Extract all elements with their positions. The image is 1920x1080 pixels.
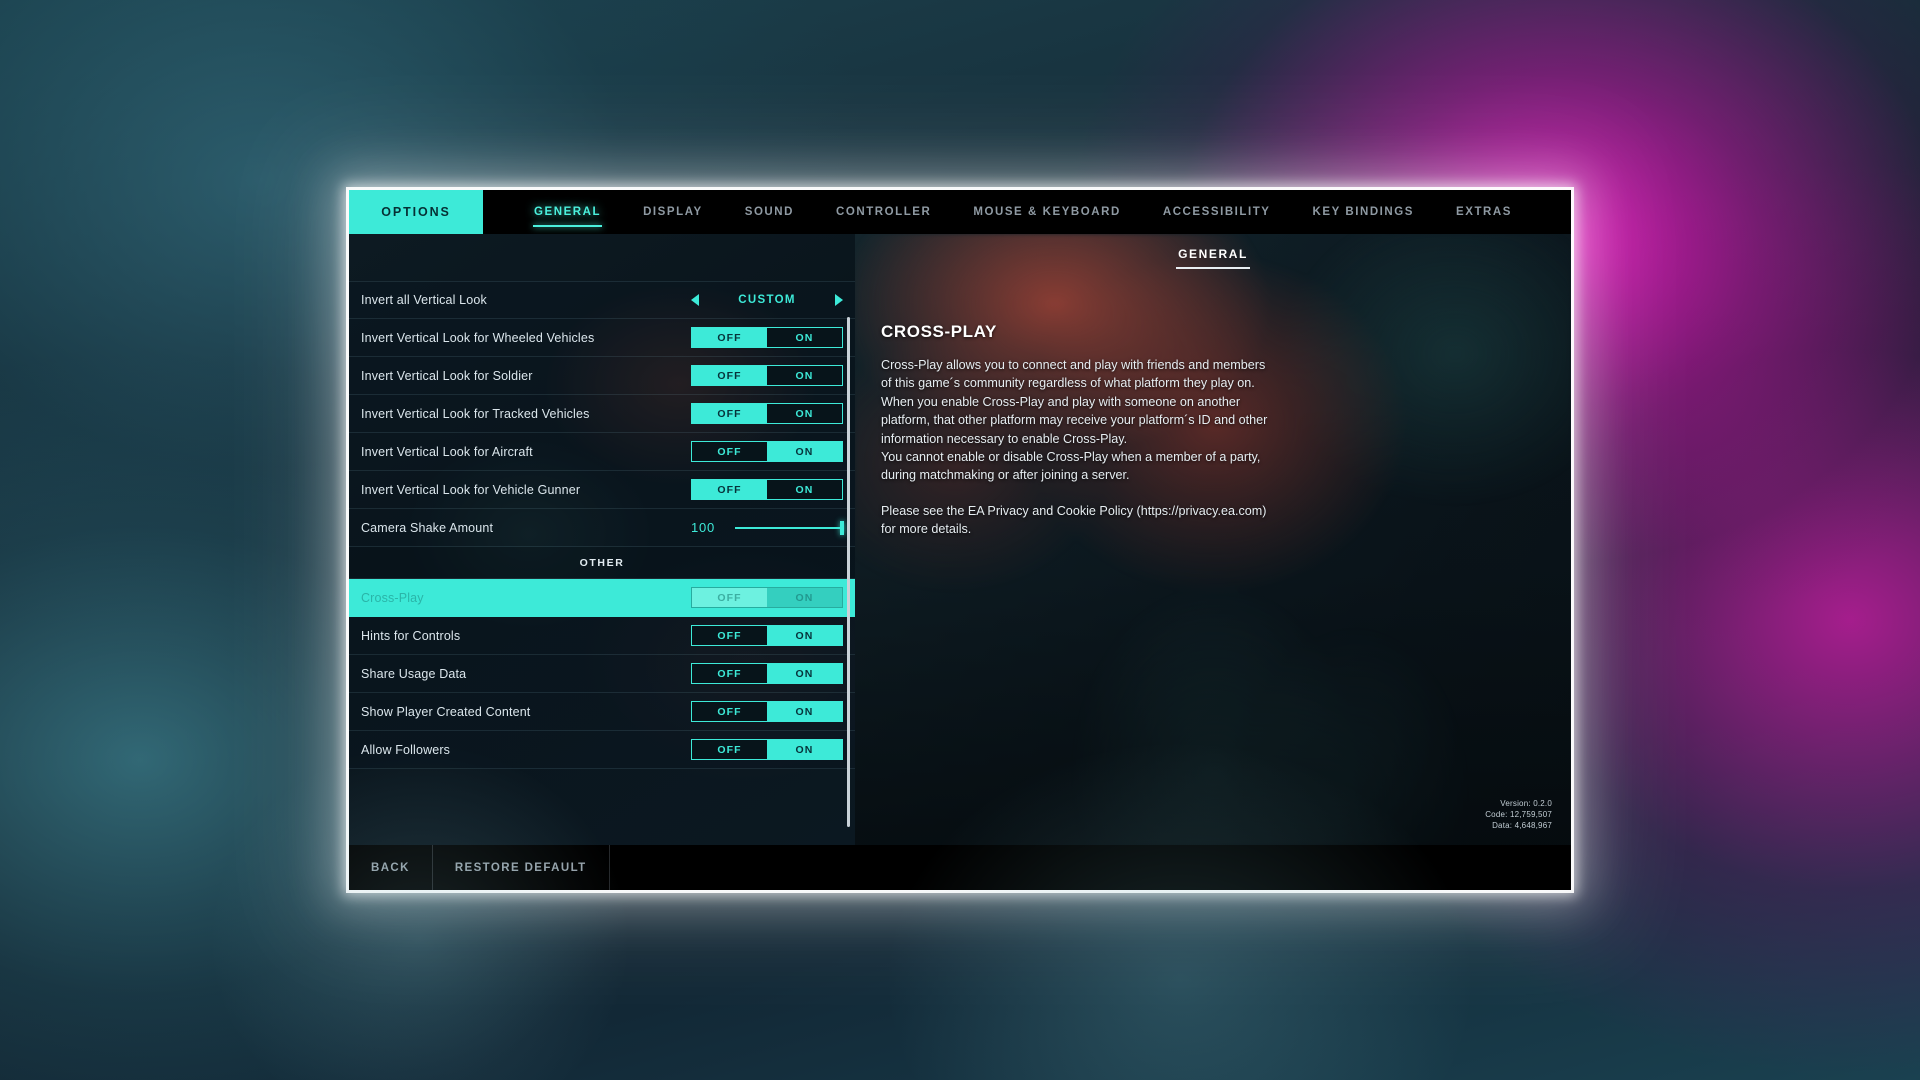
- setting-row-invert-all-vertical-look[interactable]: Invert all Vertical Look CUSTOM: [349, 281, 855, 319]
- toggle-option-on[interactable]: ON: [767, 588, 842, 607]
- setting-row-allow-followers[interactable]: Allow Followers OFF ON: [349, 731, 855, 769]
- category-tab-list: GENERAL DISPLAY SOUND CONTROLLER MOUSE & KEY…: [483, 190, 1571, 234]
- setting-label: Invert all Vertical Look: [361, 293, 487, 307]
- window-body: Invert all Vertical Look CUSTOM Invert Ver…: [349, 234, 1571, 845]
- setting-row-share-usage-data[interactable]: Share Usage Data OFF ON: [349, 655, 855, 693]
- toggle-invert-vertical-look-for-wheeled-vehicles[interactable]: OFF ON: [691, 327, 843, 348]
- toggle-option-on[interactable]: ON: [767, 664, 842, 683]
- tab-accessibility[interactable]: ACCESSIBILITY: [1142, 190, 1292, 234]
- spinner-invert-all-vertical-look[interactable]: CUSTOM: [691, 294, 843, 306]
- setting-label: Invert Vertical Look for Aircraft: [361, 444, 533, 459]
- slider-track[interactable]: [735, 520, 844, 535]
- tab-controller[interactable]: CONTROLLER: [815, 190, 952, 234]
- setting-label: Cross-Play: [361, 590, 424, 605]
- toggle-option-off[interactable]: OFF: [692, 366, 767, 385]
- toggle-option-off[interactable]: OFF: [692, 442, 767, 461]
- chevron-left-icon[interactable]: [691, 294, 699, 306]
- toggle-invert-vertical-look-for-tracked-vehicles[interactable]: OFF ON: [691, 403, 843, 424]
- toggle-option-on[interactable]: ON: [767, 702, 842, 721]
- toggle-invert-vertical-look-for-vehicle-gunner[interactable]: OFF ON: [691, 479, 843, 500]
- setting-label: Invert Vertical Look for Wheeled Vehicle…: [361, 330, 595, 345]
- description-body: Cross-Play allows you to connect and pla…: [881, 356, 1275, 539]
- setting-label: Allow Followers: [361, 742, 451, 757]
- toggle-option-on[interactable]: ON: [767, 328, 842, 347]
- slider-camera-shake-amount[interactable]: 100: [691, 520, 844, 535]
- slider-value: 100: [691, 520, 716, 535]
- tab-sound[interactable]: SOUND: [724, 190, 815, 234]
- button-back[interactable]: BACK: [349, 845, 433, 890]
- toggle-option-off[interactable]: OFF: [692, 626, 767, 645]
- toggle-option-off[interactable]: OFF: [692, 740, 767, 759]
- toggle-option-on[interactable]: ON: [767, 404, 842, 423]
- spinner-value: CUSTOM: [738, 294, 796, 306]
- description-pane: GENERAL CROSS-PLAY Cross-Play allows you…: [855, 234, 1571, 845]
- button-restore-default[interactable]: RESTORE DEFAULT: [433, 845, 610, 890]
- toggle-show-player-created-content[interactable]: OFF ON: [691, 701, 843, 722]
- toggle-hints-for-controls[interactable]: OFF ON: [691, 625, 843, 646]
- game-settings-window: OPTIONS GENERAL DISPLAY SOUND CONTROLLER MOU…: [349, 190, 1571, 890]
- setting-label: Camera Shake Amount: [361, 520, 494, 535]
- sub-header: GENERAL: [855, 234, 1571, 281]
- top-tab-bar: OPTIONS GENERAL DISPLAY SOUND CONTROLLER MOU…: [349, 190, 1571, 234]
- tab-general[interactable]: GENERAL: [513, 190, 622, 234]
- data-line: Data: 4,648,967: [1492, 821, 1552, 830]
- setting-row-invert-vertical-look-for-tracked-vehicles[interactable]: Invert Vertical Look for Tracked Vehicle…: [349, 395, 855, 433]
- toggle-option-off[interactable]: OFF: [692, 664, 767, 683]
- desktop-background: OPTIONS GENERAL DISPLAY SOUND CONTROLLER MOU…: [0, 0, 1920, 1080]
- toggle-option-off[interactable]: OFF: [692, 404, 767, 423]
- toggle-cross-play[interactable]: OFF ON: [691, 587, 843, 608]
- settings-scrollbar[interactable]: [841, 281, 855, 845]
- description-paragraph: Please see the EA Privacy and Cookie Pol…: [881, 503, 1267, 537]
- setting-row-invert-vertical-look-for-soldier[interactable]: Invert Vertical Look for Soldier OFF ON: [349, 357, 855, 395]
- setting-row-cross-play[interactable]: Cross-Play OFF ON: [349, 579, 855, 617]
- description-content: CROSS-PLAY Cross-Play allows you to conn…: [855, 281, 1275, 539]
- code-line: Code: 12,759,507: [1485, 810, 1552, 819]
- options-tab[interactable]: OPTIONS: [349, 190, 483, 234]
- setting-row-show-player-created-content[interactable]: Show Player Created Content OFF ON: [349, 693, 855, 731]
- toggle-invert-vertical-look-for-soldier[interactable]: OFF ON: [691, 365, 843, 386]
- scrollbar-thumb[interactable]: [847, 317, 850, 827]
- setting-row-invert-vertical-look-for-vehicle-gunner[interactable]: Invert Vertical Look for Vehicle Gunner O…: [349, 471, 855, 509]
- tab-display[interactable]: DISPLAY: [622, 190, 724, 234]
- toggle-option-off[interactable]: OFF: [692, 480, 767, 499]
- version-line: Version: 0.2.0: [1500, 799, 1552, 808]
- toggle-option-on[interactable]: ON: [767, 442, 842, 461]
- toggle-option-on[interactable]: ON: [767, 480, 842, 499]
- slider-fill: [735, 526, 843, 529]
- section-header-other: OTHER: [349, 547, 855, 579]
- toggle-option-on[interactable]: ON: [767, 626, 842, 645]
- tab-extras[interactable]: EXTRAS: [1435, 190, 1533, 234]
- setting-row-camera-shake-amount[interactable]: Camera Shake Amount 100: [349, 509, 855, 547]
- toggle-share-usage-data[interactable]: OFF ON: [691, 663, 843, 684]
- toggle-option-off[interactable]: OFF: [692, 588, 767, 607]
- description-title: CROSS-PLAY: [881, 322, 997, 341]
- sub-header-title: GENERAL: [1176, 247, 1250, 269]
- toggle-option-on[interactable]: ON: [767, 366, 842, 385]
- tab-key-bindings[interactable]: KEY BINDINGS: [1292, 190, 1435, 234]
- setting-label: Share Usage Data: [361, 666, 467, 681]
- setting-row-invert-vertical-look-for-wheeled-vehicles[interactable]: Invert Vertical Look for Wheeled Vehicle…: [349, 319, 855, 357]
- toggle-option-off[interactable]: OFF: [692, 702, 767, 721]
- toggle-invert-vertical-look-for-aircraft[interactable]: OFF ON: [691, 441, 843, 462]
- setting-label: Hints for Controls: [361, 628, 461, 643]
- setting-row-invert-vertical-look-for-aircraft[interactable]: Invert Vertical Look for Aircraft OFF ON: [349, 433, 855, 471]
- setting-label: Invert Vertical Look for Vehicle Gunner: [361, 482, 581, 497]
- bottom-button-bar: BACK RESTORE DEFAULT: [349, 845, 1571, 890]
- tab-mouse-keyboard[interactable]: MOUSE & KEYBOARD: [952, 190, 1141, 234]
- setting-row-hints-for-controls[interactable]: Hints for Controls OFF ON: [349, 617, 855, 655]
- description-paragraph: Cross-Play allows you to connect and pla…: [881, 358, 1268, 483]
- setting-label: Invert Vertical Look for Soldier: [361, 368, 533, 383]
- setting-label: Invert Vertical Look for Tracked Vehicle…: [361, 406, 590, 421]
- version-info: Version: 0.2.0 Code: 12,759,507 Data: 4,…: [1485, 798, 1552, 831]
- toggle-option-on[interactable]: ON: [767, 740, 842, 759]
- setting-label: Show Player Created Content: [361, 704, 531, 719]
- settings-list: Invert all Vertical Look CUSTOM Invert Ver…: [349, 281, 855, 769]
- toggle-allow-followers[interactable]: OFF ON: [691, 739, 843, 760]
- toggle-option-off[interactable]: OFF: [692, 328, 767, 347]
- settings-pane: Invert all Vertical Look CUSTOM Invert Ver…: [349, 234, 855, 845]
